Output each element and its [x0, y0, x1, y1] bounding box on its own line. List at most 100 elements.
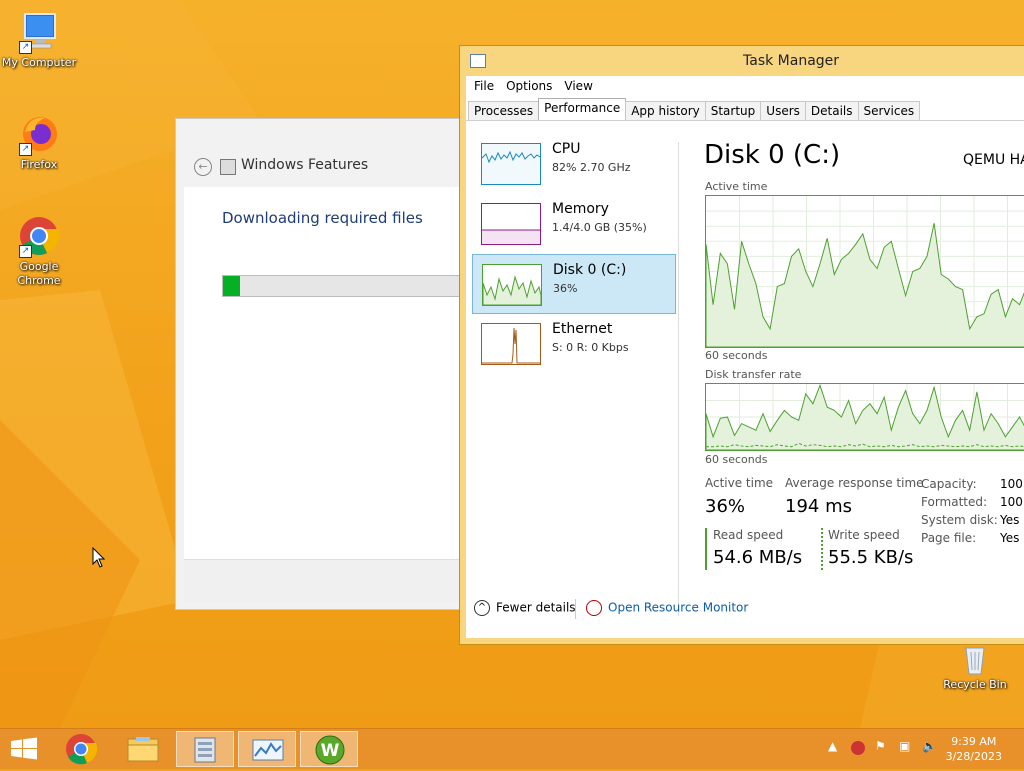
- graph2-span: 60 seconds: [705, 453, 768, 466]
- task-manager-client: File Options View Processes Performance App …: [466, 76, 1024, 638]
- tab-details[interactable]: Details: [804, 101, 859, 121]
- disk-thumbnail-graph: [482, 264, 542, 306]
- chrome-icon: [66, 734, 98, 765]
- taskbar-clock[interactable]: 9:39 AM 3/28/2023: [946, 734, 1002, 764]
- menu-options[interactable]: Options: [500, 76, 558, 96]
- computer-icon: ↗: [17, 10, 61, 54]
- active-time-label: Active time: [705, 476, 774, 490]
- w-app-icon: W: [315, 735, 345, 765]
- pane-divider: [678, 142, 679, 616]
- read-speed-label: Read speed: [713, 528, 784, 542]
- download-progress-bar: [222, 275, 468, 297]
- sidebar-item-name: Ethernet: [552, 321, 613, 337]
- disk-transfer-rate-graph: [705, 383, 1024, 451]
- taskbar-windows-features[interactable]: [176, 731, 234, 767]
- graph2-label: Disk transfer rate: [705, 368, 802, 381]
- clock-time: 9:39 AM: [951, 735, 997, 748]
- network-icon[interactable]: ▣: [899, 739, 910, 753]
- cpu-thumbnail-graph: [481, 143, 541, 185]
- property-value: Yes: [1000, 531, 1020, 545]
- taskbar-task-manager[interactable]: [238, 731, 296, 767]
- tab-underline: [466, 120, 1024, 121]
- start-button[interactable]: [0, 731, 48, 767]
- write-speed-value: 55.5 KB/s: [828, 547, 914, 568]
- fewer-details-label: Fewer details: [496, 600, 576, 615]
- desktop-icon-label: My Computer: [1, 56, 77, 69]
- flag-icon[interactable]: ⚑: [875, 739, 886, 753]
- task-manager-icon: [252, 739, 284, 761]
- property-label: Capacity:: [921, 477, 977, 491]
- tab-processes[interactable]: Processes: [468, 101, 540, 121]
- tab-services[interactable]: Services: [857, 101, 921, 121]
- tab-performance[interactable]: Performance: [538, 98, 627, 121]
- sidebar-item-ethernet[interactable]: Ethernet S: 0 R: 0 Kbps: [472, 314, 674, 372]
- sidebar-item-value: 36%: [553, 282, 578, 295]
- windows-features-body: Downloading required files: [184, 187, 468, 559]
- tab-strip: Processes Performance App history Startup Us…: [468, 98, 1024, 121]
- sidebar-item-name: Memory: [552, 201, 609, 217]
- sidebar-item-value: 1.4/4.0 GB (35%): [552, 221, 647, 234]
- task-manager-window: Task Manager File Options View Processes Pe…: [459, 45, 1024, 645]
- tray-app-icon[interactable]: [851, 741, 865, 755]
- show-hidden-icons-arrow-icon[interactable]: ▲: [828, 739, 837, 753]
- disk-model: QEMU HARDDISK: [963, 152, 1024, 168]
- taskbar-file-explorer[interactable]: [114, 731, 172, 767]
- graph1-label: Active time: [705, 180, 768, 193]
- windows-features-header: ← Windows Features: [184, 153, 466, 185]
- tab-users[interactable]: Users: [760, 101, 806, 121]
- read-speed-value: 54.6 MB/s: [713, 547, 803, 568]
- desktop-icon-my-computer[interactable]: ↗ My Computer: [0, 10, 78, 70]
- desktop: ↗ My Computer ↗ Firefox ↗ Google Chrome …: [0, 0, 1024, 728]
- downloading-message: Downloading required files: [222, 209, 423, 227]
- property-label: Formatted:: [921, 495, 988, 509]
- chrome-icon: ↗: [17, 214, 61, 258]
- property-value: Yes: [1000, 513, 1020, 527]
- back-arrow-icon[interactable]: ←: [194, 158, 212, 176]
- taskbar-chrome[interactable]: [52, 731, 110, 767]
- shortcut-arrow-icon: ↗: [19, 245, 32, 258]
- desktop-icon-label: Google Chrome: [17, 260, 61, 287]
- avg-response-label: Average response time: [785, 476, 924, 490]
- volume-muted-icon[interactable]: 🔈: [922, 739, 937, 753]
- sidebar-item-cpu[interactable]: CPU 82% 2.70 GHz: [472, 134, 674, 192]
- windows-logo-icon: [11, 737, 37, 760]
- windows-features-icon: [220, 159, 236, 175]
- desktop-icon-label: Firefox: [20, 158, 58, 171]
- desktop-icon-firefox[interactable]: ↗ Firefox: [0, 112, 78, 172]
- desktop-icon-google-chrome[interactable]: ↗ Google Chrome: [0, 214, 78, 288]
- property-label: System disk:: [921, 513, 998, 527]
- windows-features-title: Windows Features: [241, 157, 369, 173]
- sidebar-item-memory[interactable]: Memory 1.4/4.0 GB (35%): [472, 194, 674, 252]
- desktop-icon-label: Recycle Bin: [943, 678, 1007, 691]
- recycle-bin-icon: [957, 640, 993, 676]
- tab-startup[interactable]: Startup: [704, 101, 762, 121]
- taskbar-w-app[interactable]: W: [300, 731, 358, 767]
- read-speed-marker: [705, 528, 707, 570]
- task-manager-titlebar[interactable]: Task Manager: [460, 46, 1024, 76]
- menu-file[interactable]: File: [468, 76, 500, 96]
- open-resource-monitor-label: Open Resource Monitor: [608, 600, 749, 615]
- shortcut-arrow-icon: ↗: [19, 143, 32, 156]
- active-time-graph: [705, 195, 1024, 348]
- open-resource-monitor-link[interactable]: Open Resource Monitor: [586, 600, 748, 616]
- shortcut-arrow-icon: ↗: [19, 41, 32, 54]
- tab-app-history[interactable]: App history: [625, 101, 706, 121]
- menu-view[interactable]: View: [558, 76, 598, 96]
- sidebar-item-disk[interactable]: Disk 0 (C:) 36%: [472, 254, 676, 314]
- taskbar: W ▲ ⚑ ▣ 🔈 9:39 AM 3/28/2023: [0, 728, 1024, 769]
- windows-features-footer: [184, 559, 466, 602]
- desktop-icon-recycle-bin[interactable]: Recycle Bin: [936, 640, 1014, 692]
- avg-response-value: 194 ms: [785, 496, 852, 517]
- sidebar-item-name: CPU: [552, 141, 581, 157]
- fewer-details-button[interactable]: ^ Fewer details: [474, 600, 576, 616]
- menu-bar: File Options View: [466, 76, 1024, 96]
- property-label: Page file:: [921, 531, 977, 545]
- windows-features-dialog: ← Windows Features Downloading required …: [175, 118, 468, 610]
- footer-separator: [575, 599, 576, 619]
- chevron-up-icon: ^: [474, 600, 490, 616]
- svg-text:W: W: [321, 741, 340, 761]
- ethernet-thumbnail-graph: [481, 323, 541, 365]
- windows-features-icon: [194, 737, 216, 763]
- detail-title: Disk 0 (C:): [704, 140, 841, 170]
- write-speed-marker: [821, 528, 823, 570]
